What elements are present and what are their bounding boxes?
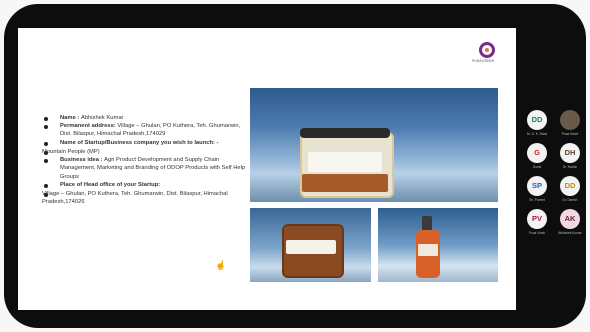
participant-avatar[interactable]: DD bbox=[527, 110, 547, 130]
participant-name: Dr. D. K. Ranu bbox=[526, 132, 548, 136]
detail-label: Business idea : bbox=[60, 157, 105, 164]
product-photo-jar bbox=[250, 208, 371, 282]
participant-name: Sh. Puneet bbox=[529, 198, 545, 202]
participant-avatar[interactable]: SP bbox=[527, 176, 547, 196]
detail-row: Business idea : Agri Product Development… bbox=[42, 156, 247, 181]
product-photo-bottle bbox=[378, 208, 498, 282]
detail-label: Name : bbox=[60, 115, 81, 121]
detail-row: Place of Head office of your Startup: bbox=[42, 181, 247, 189]
detail-row: Village – Ghulan, PO Kuthera, Teh. Ghuma… bbox=[42, 190, 247, 206]
detail-row: Permanent address: Village – Ghulan, PO … bbox=[42, 122, 247, 138]
logo-text: PUSA KRISHI bbox=[472, 59, 494, 63]
participant-avatar[interactable]: G bbox=[527, 143, 547, 163]
participant-name: Dr. Dinesh bbox=[562, 198, 578, 202]
detail-label: Name of Startup/Business company you wis… bbox=[60, 139, 219, 146]
participant-avatar[interactable]: DH bbox=[560, 143, 580, 163]
participant-name: Guest bbox=[532, 165, 542, 169]
product-photo-main bbox=[250, 88, 498, 202]
detail-value: Mountain People (MP) bbox=[42, 148, 100, 155]
detail-value: Village – Ghulan, PO Kuthera, Teh. Ghuma… bbox=[42, 190, 228, 206]
pusa-krishi-logo: PUSA KRISHI bbox=[472, 42, 498, 63]
participant-name: Pusa Krishi bbox=[561, 132, 579, 136]
startup-details: Name : Abhishek Kumar Permanent address: … bbox=[42, 114, 247, 206]
participant-avatar[interactable]: AK bbox=[560, 209, 580, 229]
detail-label: Permanent address: bbox=[60, 123, 118, 130]
detail-row: Name of Startup/Business company you wis… bbox=[42, 139, 247, 147]
participant-name: Abhishek Kumar bbox=[558, 231, 582, 235]
detail-value: Abhishek Kumar bbox=[80, 115, 124, 121]
participant-name: Dr. Harish bbox=[562, 165, 578, 169]
detail-label: Place of Head office of your Startup: bbox=[60, 181, 161, 188]
participant-avatar[interactable]: DD bbox=[560, 176, 580, 196]
mouse-cursor-icon: ☝ bbox=[215, 260, 227, 270]
participant-avatar[interactable] bbox=[560, 110, 580, 130]
detail-row: Mountain People (MP) bbox=[42, 148, 247, 156]
logo-icon bbox=[479, 42, 495, 58]
detail-row: Name : Abhishek Kumar bbox=[42, 114, 247, 122]
shared-slide: PUSA KRISHI Name : Abhishek Kumar Permane… bbox=[18, 28, 516, 310]
participant-avatar[interactable]: PV bbox=[527, 209, 547, 229]
participant-name: Pusa Vivek bbox=[529, 231, 545, 235]
